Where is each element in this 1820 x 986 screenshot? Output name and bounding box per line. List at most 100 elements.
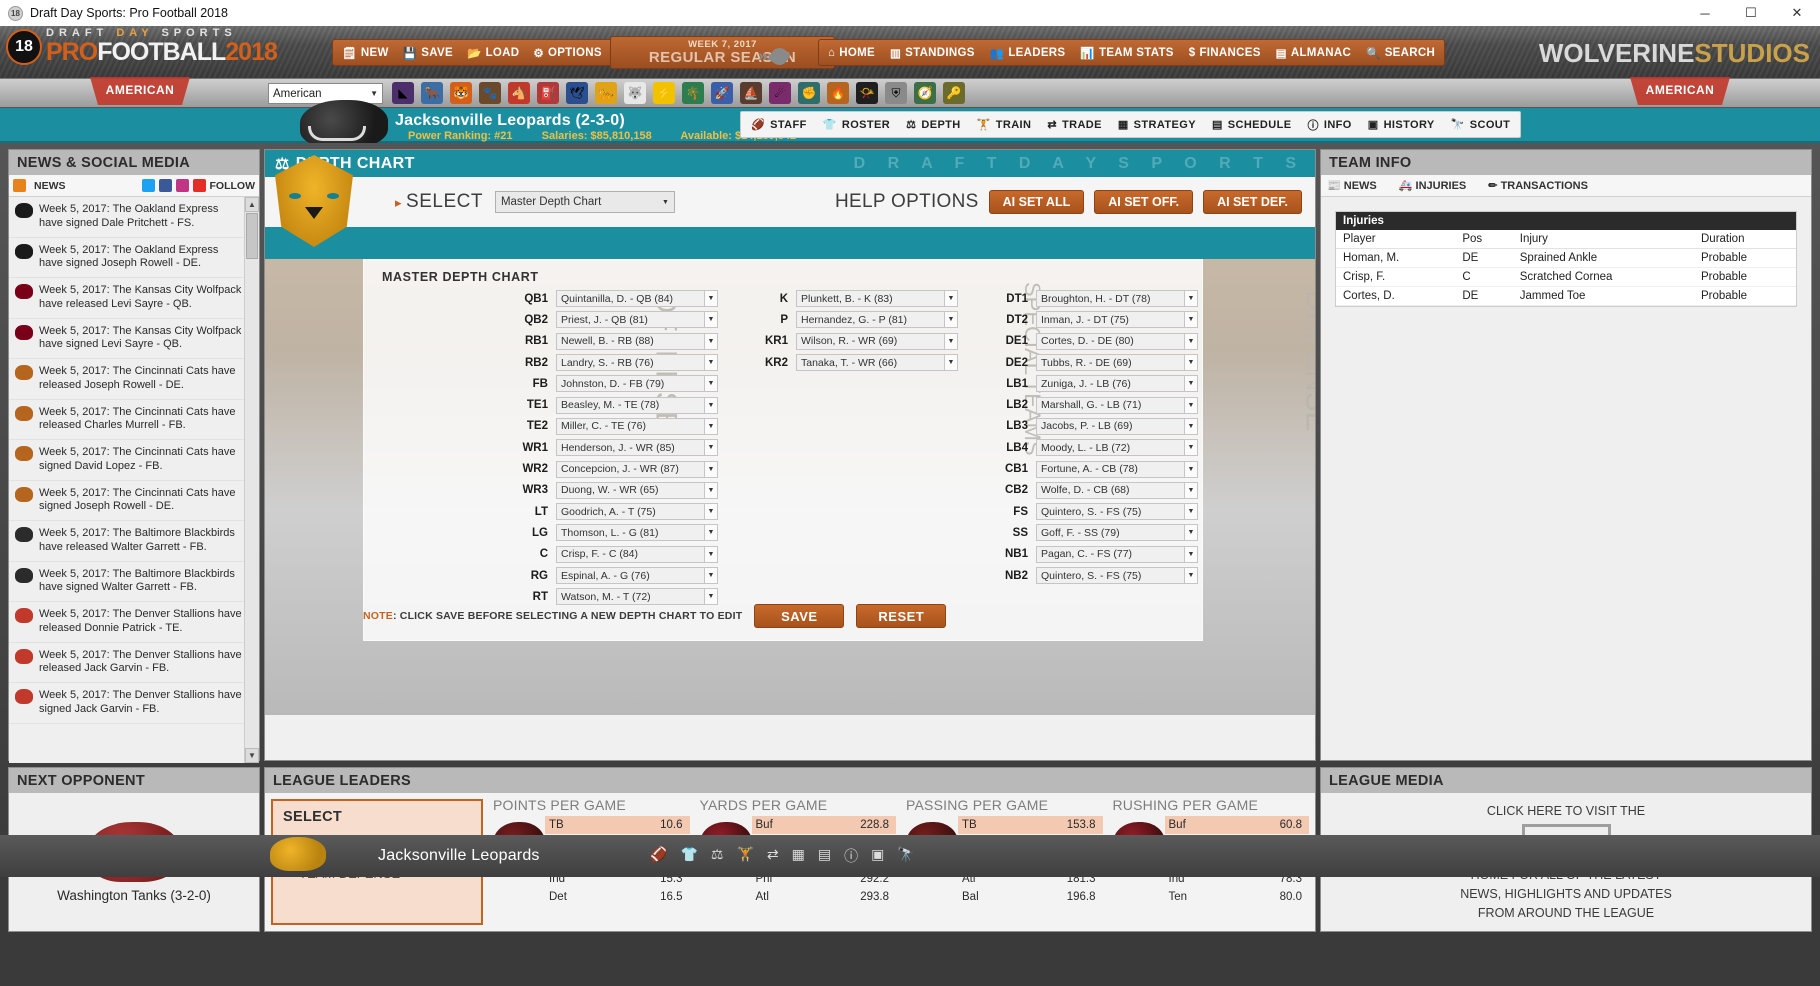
tab-team-news[interactable]: 📰 NEWS [1327, 179, 1377, 192]
player-select[interactable]: Wilson, R. - WR (69)▼ [796, 333, 958, 350]
team-tab-bar[interactable]: 🏈STAFF 👕ROSTER ⚖DEPTH 🏋TRAIN ⇄TRADE ▦STR… [740, 111, 1521, 138]
tab-team-injuries[interactable]: 🚑 INJURIES [1399, 179, 1467, 192]
news-item[interactable]: Week 5, 2017: The Cincinnati Cats have s… [9, 440, 259, 481]
chevron-down-icon[interactable]: ▼ [1184, 524, 1198, 541]
news-item[interactable]: Week 5, 2017: The Baltimore Blackbirds h… [9, 521, 259, 562]
chevron-down-icon[interactable]: ▼ [1184, 567, 1198, 584]
tab-train[interactable]: 🏋TRAIN [977, 118, 1032, 131]
nav-item-almanac[interactable]: ▤ALMANAC [1276, 46, 1351, 60]
chevron-down-icon[interactable]: ▼ [1184, 418, 1198, 435]
depth-icon[interactable]: ⚖ [711, 846, 724, 866]
table-row[interactable]: Crisp, F.CScratched CorneaProbable [1336, 268, 1796, 287]
chevron-down-icon[interactable]: ▼ [704, 354, 718, 371]
tab-depth[interactable]: ⚖DEPTH [906, 118, 961, 131]
player-select[interactable]: Cortes, D. - DE (80)▼ [1036, 333, 1198, 350]
chevron-down-icon[interactable]: ▼ [704, 290, 718, 307]
team-icon-bolt[interactable]: ⚡ [653, 82, 675, 104]
facebook-icon[interactable] [159, 179, 172, 192]
ai-set-all-button[interactable]: AI SET ALL [989, 190, 1085, 214]
reset-button[interactable]: RESET [856, 604, 946, 628]
player-select[interactable]: Wolfe, D. - CB (68)▼ [1036, 482, 1198, 499]
chevron-down-icon[interactable]: ▼ [704, 397, 718, 414]
window-controls[interactable]: ─ ☐ ✕ [1682, 0, 1820, 26]
news-tab-label[interactable]: NEWS [34, 180, 66, 192]
strategy-icon[interactable]: ▦ [792, 846, 805, 866]
news-item[interactable]: Week 5, 2017: The Cincinnati Cats have s… [9, 481, 259, 522]
news-item[interactable]: Week 5, 2017: The Denver Stallions have … [9, 602, 259, 643]
chevron-down-icon[interactable]: ▼ [1184, 333, 1198, 350]
follow-tab-label[interactable]: FOLLOW [210, 180, 256, 192]
list-item[interactable]: Buf60.8 [1165, 816, 1310, 834]
nav-item-search[interactable]: 🔍SEARCH [1366, 46, 1435, 60]
team-icon-horse[interactable]: 🐴 [508, 82, 530, 104]
menu-item-new[interactable]: 🗒NEW [342, 46, 389, 60]
chevron-down-icon[interactable]: ▼ [1184, 354, 1198, 371]
footer-icon-row[interactable]: 🏈 👕 ⚖ 🏋 ⇄ ▦ ▤ ⓘ ▣ 🔭 [650, 846, 915, 866]
team-icon-palm[interactable]: 🌴 [682, 82, 704, 104]
player-select[interactable]: Broughton, H. - DT (78)▼ [1036, 290, 1198, 307]
team-icon-comet[interactable]: ☄ [769, 82, 791, 104]
whistle-icon[interactable]: 🏈 [650, 846, 667, 866]
player-select[interactable]: Johnston, D. - FB (79)▼ [556, 375, 718, 392]
train-icon[interactable]: 🏋 [736, 846, 753, 866]
chevron-down-icon[interactable]: ▼ [704, 588, 718, 605]
tab-roster[interactable]: 👕ROSTER [823, 118, 890, 131]
chevron-down-icon[interactable]: ▼ [704, 567, 718, 584]
trade-icon[interactable]: ⇄ [767, 846, 779, 866]
chevron-down-icon[interactable]: ▼ [704, 524, 718, 541]
player-select[interactable]: Watson, M. - T (72)▼ [556, 588, 718, 605]
chevron-down-icon[interactable]: ▼ [704, 375, 718, 392]
player-select[interactable]: Pagan, C. - FS (77)▼ [1036, 546, 1198, 563]
team-icon-key[interactable]: 🔑 [943, 82, 965, 104]
player-select[interactable]: Tubbs, R. - DE (69)▼ [1036, 354, 1198, 371]
tab-scout[interactable]: 🔭SCOUT [1451, 118, 1511, 131]
nav-item-team-stats[interactable]: 📊TEAM STATS [1080, 46, 1173, 60]
chevron-down-icon[interactable]: ▼ [1184, 311, 1198, 328]
player-select[interactable]: Goodrich, A. - T (75)▼ [556, 503, 718, 520]
chevron-down-icon[interactable]: ▼ [944, 333, 958, 350]
news-list[interactable]: Week 5, 2017: The Oakland Express have s… [9, 197, 259, 763]
list-item[interactable]: TB153.8 [958, 816, 1103, 834]
news-item[interactable]: Week 5, 2017: The Kansas City Wolfpack h… [9, 319, 259, 360]
list-item[interactable]: Atl293.8 [752, 888, 897, 906]
tab-strategy[interactable]: ▦STRATEGY [1118, 118, 1196, 131]
close-button[interactable]: ✕ [1774, 0, 1820, 26]
team-icon-compass[interactable]: 🧭 [914, 82, 936, 104]
team-icon-rig[interactable]: ⛽ [537, 82, 559, 104]
tab-schedule[interactable]: ▤SCHEDULE [1212, 118, 1292, 131]
player-select[interactable]: Moody, L. - LB (72)▼ [1036, 439, 1198, 456]
player-select[interactable]: Goff, F. - SS (79)▼ [1036, 524, 1198, 541]
jersey-icon[interactable]: 👕 [680, 846, 697, 866]
tab-staff[interactable]: 🏈STAFF [751, 118, 807, 131]
chevron-down-icon[interactable]: ▼ [1184, 461, 1198, 478]
team-icon-fist[interactable]: ✊ [798, 82, 820, 104]
chevron-down-icon[interactable]: ▼ [1184, 375, 1198, 392]
save-button[interactable]: SAVE [754, 604, 844, 628]
player-select[interactable]: Thomson, L. - G (81)▼ [556, 524, 718, 541]
player-select[interactable]: Newell, B. - RB (88)▼ [556, 333, 718, 350]
team-icon-list[interactable]: ◣ 🐂 🐯 🐾 🐴 ⛽ 🕊 🐆 🐺 ⚡ 🌴 🚀 ⛵ ☄ ✊ 🔥 📯 ⛨ 🧭 🔑 [392, 82, 965, 104]
player-select[interactable]: Fortune, A. - CB (78)▼ [1036, 461, 1198, 478]
player-select[interactable]: Hernandez, G. - P (81)▼ [796, 311, 958, 328]
chevron-down-icon[interactable]: ▼ [1184, 503, 1198, 520]
player-select[interactable]: Henderson, J. - WR (85)▼ [556, 439, 718, 456]
table-row[interactable]: Cortes, D.DEJammed ToeProbable [1336, 287, 1796, 306]
news-item[interactable]: Week 5, 2017: The Oakland Express have s… [9, 238, 259, 279]
team-icon-bull[interactable]: 🐂 [421, 82, 443, 104]
tab-trade[interactable]: ⇄TRADE [1047, 118, 1102, 131]
chevron-down-icon[interactable]: ▼ [704, 311, 718, 328]
ai-set-offense-button[interactable]: AI SET OFF. [1094, 190, 1193, 214]
player-select[interactable]: Duong, W. - WR (65)▼ [556, 482, 718, 499]
news-item[interactable]: Week 5, 2017: The Oakland Express have s… [9, 197, 259, 238]
player-select[interactable]: Quintanilla, D. - QB (84)▼ [556, 290, 718, 307]
chevron-down-icon[interactable]: ▼ [704, 503, 718, 520]
team-icon-dome[interactable]: ⛨ [885, 82, 907, 104]
twitter-icon[interactable] [142, 179, 155, 192]
maximize-button[interactable]: ☐ [1728, 0, 1774, 26]
chevron-down-icon[interactable]: ▼ [704, 482, 718, 499]
news-item[interactable]: Week 5, 2017: The Cincinnati Cats have r… [9, 359, 259, 400]
chevron-down-icon[interactable]: ▼ [704, 546, 718, 563]
chevron-down-icon[interactable]: ▼ [944, 354, 958, 371]
player-select[interactable]: Marshall, G. - LB (71)▼ [1036, 397, 1198, 414]
news-item[interactable]: Week 5, 2017: The Kansas City Wolfpack h… [9, 278, 259, 319]
